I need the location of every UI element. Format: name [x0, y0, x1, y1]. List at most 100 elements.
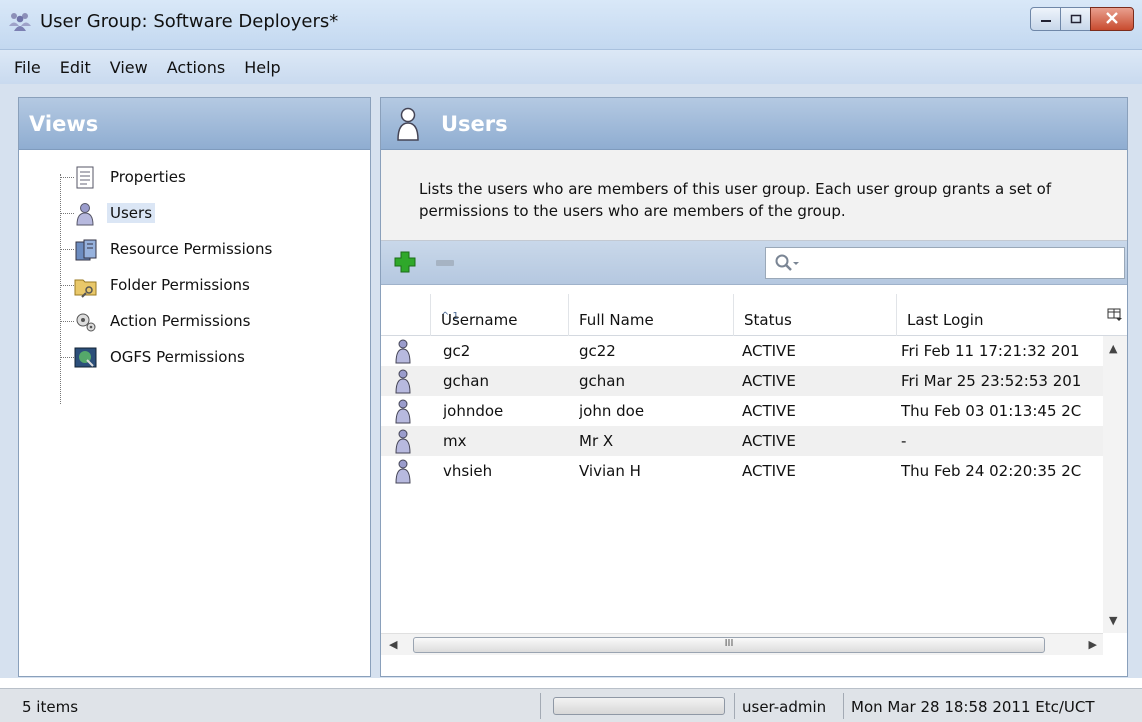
users-table: ^ 1 Username Full Name Status Last Login… [381, 294, 1127, 655]
scroll-left-icon[interactable]: ◀ [389, 638, 397, 651]
column-label: Last Login [907, 311, 984, 329]
user-icon [395, 338, 411, 364]
cell-full-name: Vivian H [579, 462, 641, 480]
search-icon [774, 253, 800, 277]
status-divider [734, 693, 735, 719]
progress-bar [553, 697, 725, 715]
cell-full-name: gchan [579, 372, 625, 390]
ogfs-icon [74, 346, 98, 370]
table-row[interactable]: vhsieh Vivian H ACTIVE Thu Feb 24 02:20:… [381, 456, 1103, 486]
remove-user-button[interactable] [436, 260, 454, 266]
scroll-up-icon[interactable]: ▲ [1109, 342, 1117, 355]
users-title: Users [441, 112, 508, 136]
column-full-name[interactable]: Full Name [569, 294, 734, 336]
window-titlebar[interactable]: User Group: Software Deployers* [0, 0, 1142, 50]
table-row[interactable]: gchan gchan ACTIVE Fri Mar 25 23:52:53 2… [381, 366, 1103, 396]
add-user-button[interactable] [393, 250, 417, 274]
view-item-label: Folder Permissions [110, 276, 250, 294]
user-group-icon [8, 10, 32, 32]
cell-username: gc2 [443, 342, 471, 360]
cell-full-name: john doe [579, 402, 645, 420]
user-icon [395, 368, 411, 394]
menu-help[interactable]: Help [236, 54, 291, 81]
table-row[interactable]: johndoe john doe ACTIVE Thu Feb 03 01:13… [381, 396, 1103, 426]
view-item-label: Action Permissions [110, 312, 251, 330]
menu-actions[interactable]: Actions [159, 54, 236, 81]
search-input[interactable] [765, 247, 1125, 279]
view-item-ogfs-permissions[interactable]: OGFS Permissions [41, 340, 370, 376]
cell-status: ACTIVE [742, 342, 796, 360]
view-item-resource-permissions[interactable]: Resource Permissions [41, 232, 370, 268]
icon-column-header[interactable] [381, 294, 431, 336]
menu-view[interactable]: View [102, 54, 159, 81]
cell-last-login: Fri Mar 25 23:52:53 201 [901, 372, 1082, 390]
view-item-properties[interactable]: Properties [41, 160, 370, 196]
table-row[interactable]: mx Mr X ACTIVE - [381, 426, 1103, 456]
view-item-label: Properties [110, 168, 186, 186]
column-label: Username [441, 311, 518, 329]
status-bar: 5 items user-admin Mon Mar 28 18:58 2011… [0, 688, 1142, 722]
cell-full-name: gc22 [579, 342, 616, 360]
user-icon [395, 106, 421, 142]
user-icon [395, 458, 411, 484]
menu-edit[interactable]: Edit [52, 54, 102, 81]
folder-icon [74, 274, 98, 298]
status-divider [540, 693, 541, 719]
maximize-icon [1070, 10, 1082, 28]
views-header: Views [19, 98, 370, 150]
menu-bar: File Edit View Actions Help [0, 50, 1142, 84]
views-tree: Properties Users Resource Permissions Fo… [19, 150, 370, 404]
properties-icon [74, 166, 98, 190]
column-status[interactable]: Status [734, 294, 897, 336]
table-header: ^ 1 Username Full Name Status Last Login [381, 294, 1127, 336]
cell-last-login: Thu Feb 24 02:20:35 2C [901, 462, 1082, 480]
cell-last-login: Fri Feb 11 17:21:32 201 [901, 342, 1080, 360]
cell-username: vhsieh [443, 462, 493, 480]
column-chooser-icon[interactable] [1107, 308, 1123, 322]
cell-status: ACTIVE [742, 462, 796, 480]
vertical-scrollbar[interactable]: ▲ ▼ [1103, 336, 1127, 633]
users-panel: Users Lists the users who are members of… [380, 97, 1128, 677]
view-item-action-permissions[interactable]: Action Permissions [41, 304, 370, 340]
column-last-login[interactable]: Last Login [897, 294, 1103, 336]
users-toolbar [381, 241, 1127, 285]
users-header: Users [381, 98, 1127, 150]
status-timestamp: Mon Mar 28 18:58 2011 Etc/UCT [851, 698, 1095, 716]
column-username[interactable]: ^ 1 Username [431, 294, 569, 336]
column-label: Full Name [579, 311, 654, 329]
cell-username: johndoe [443, 402, 504, 420]
close-button[interactable] [1090, 7, 1134, 31]
cell-status: ACTIVE [742, 402, 796, 420]
scroll-down-icon[interactable]: ▼ [1109, 614, 1117, 627]
maximize-button[interactable] [1060, 7, 1091, 31]
gears-icon [74, 310, 98, 334]
window-title: User Group: Software Deployers* [40, 11, 339, 32]
view-item-users[interactable]: Users [41, 196, 370, 232]
user-icon [74, 202, 98, 226]
view-item-label: OGFS Permissions [110, 348, 245, 366]
user-icon [395, 398, 411, 424]
server-icon [74, 238, 98, 262]
horizontal-scrollbar[interactable]: ◀ III ▶ [381, 633, 1103, 655]
cell-username: mx [443, 432, 467, 450]
menu-file[interactable]: File [6, 54, 52, 81]
current-user: user-admin [742, 698, 827, 716]
table-row[interactable]: gc2 gc22 ACTIVE Fri Feb 11 17:21:32 201 [381, 336, 1103, 366]
view-item-folder-permissions[interactable]: Folder Permissions [41, 268, 370, 304]
cell-last-login: - [901, 432, 907, 450]
user-icon [395, 428, 411, 454]
minimize-button[interactable] [1030, 7, 1061, 31]
view-item-label: Users [107, 203, 156, 223]
plus-icon [394, 251, 416, 273]
cell-username: gchan [443, 372, 489, 390]
scroll-right-icon[interactable]: ▶ [1089, 638, 1097, 651]
cell-status: ACTIVE [742, 432, 796, 450]
close-icon [1105, 10, 1119, 28]
horizontal-scroll-thumb[interactable]: III [413, 637, 1045, 653]
table-body: gc2 gc22 ACTIVE Fri Feb 11 17:21:32 201 … [381, 336, 1103, 486]
status-divider [843, 693, 844, 719]
view-item-label: Resource Permissions [110, 240, 273, 258]
users-description: Lists the users who are members of this … [381, 150, 1127, 241]
column-label: Status [744, 311, 792, 329]
minimize-icon [1040, 10, 1052, 28]
